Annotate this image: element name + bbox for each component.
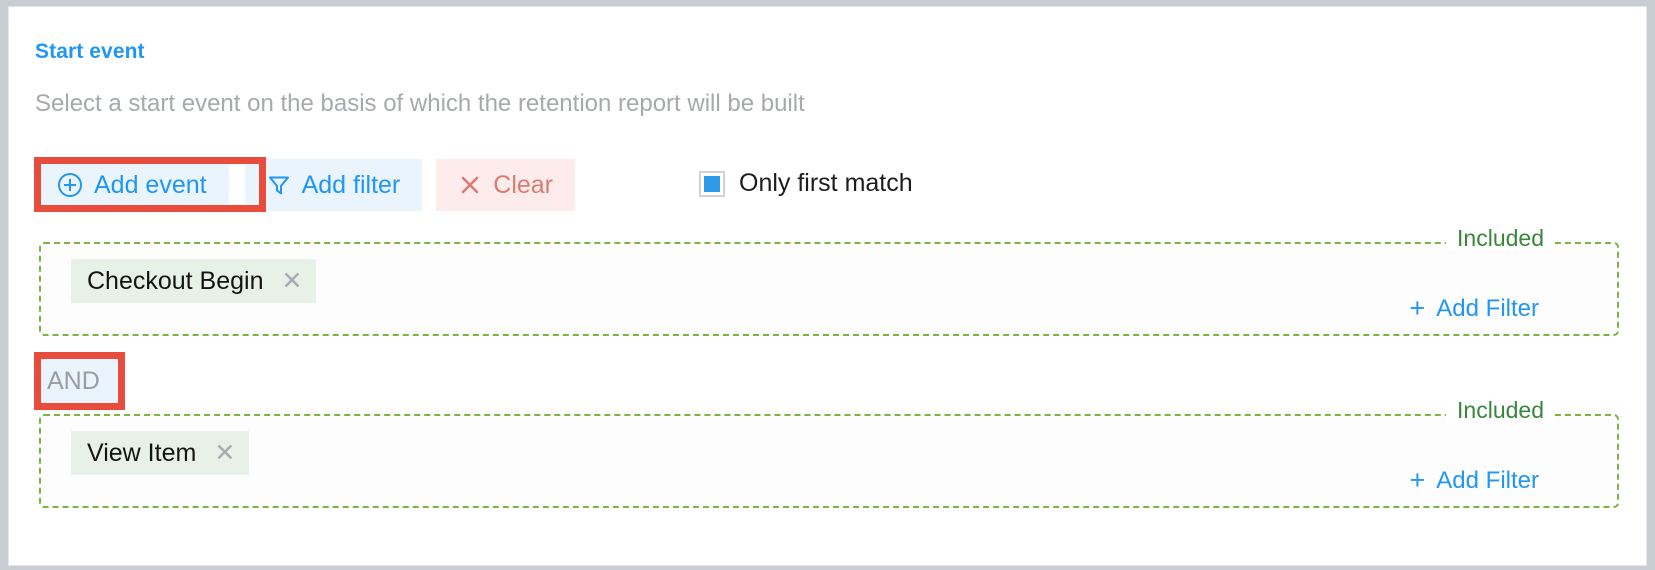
add-event-button[interactable]: Add event <box>35 159 229 211</box>
event-chip[interactable]: Checkout Begin ✕ <box>71 259 317 303</box>
plus-icon: + <box>1409 293 1426 323</box>
only-first-match-row[interactable]: Only first match <box>699 169 913 198</box>
plus-icon: + <box>1409 465 1426 495</box>
event-chip[interactable]: View Item ✕ <box>71 431 250 475</box>
clear-label: Clear <box>493 170 554 199</box>
add-filter-link-label: Add Filter <box>1436 294 1539 322</box>
and-operator-toggle[interactable]: AND <box>41 359 118 403</box>
event-toolbar: Add event Add filter Clear <box>35 159 576 211</box>
included-badge: Included <box>1446 399 1555 422</box>
close-x-icon[interactable]: ✕ <box>214 440 235 466</box>
event-chip-label: Checkout Begin <box>87 266 264 295</box>
funnel-icon <box>267 173 291 197</box>
clear-button[interactable]: Clear <box>436 159 576 211</box>
event-group: Included View Item ✕ + Add Filter <box>39 399 1619 508</box>
add-filter-label: Add filter <box>301 170 401 199</box>
add-filter-button[interactable]: Add filter <box>244 159 423 211</box>
add-filter-link-label: Add Filter <box>1436 466 1539 494</box>
close-x-icon <box>458 173 482 197</box>
close-x-icon[interactable]: ✕ <box>282 268 303 294</box>
add-filter-link[interactable]: + Add Filter <box>1410 295 1539 322</box>
plus-circle-icon <box>57 172 83 198</box>
and-operator-label: AND <box>47 366 100 395</box>
event-group: Included Checkout Begin ✕ + Add Filter <box>39 227 1619 336</box>
event-chip-label: View Item <box>87 438 197 467</box>
included-badge: Included <box>1446 227 1555 250</box>
start-event-panel: Start event Select a start event on the … <box>8 6 1647 566</box>
add-filter-link[interactable]: + Add Filter <box>1410 467 1539 494</box>
add-event-label: Add event <box>94 170 207 199</box>
page-title: Start event <box>35 40 145 63</box>
toolbar-spacer-1 <box>229 159 245 211</box>
page-description: Select a start event on the basis of whi… <box>35 90 805 117</box>
only-first-match-checkbox[interactable] <box>699 170 725 197</box>
toolbar-spacer-2 <box>422 159 436 211</box>
only-first-match-label: Only first match <box>739 169 913 197</box>
